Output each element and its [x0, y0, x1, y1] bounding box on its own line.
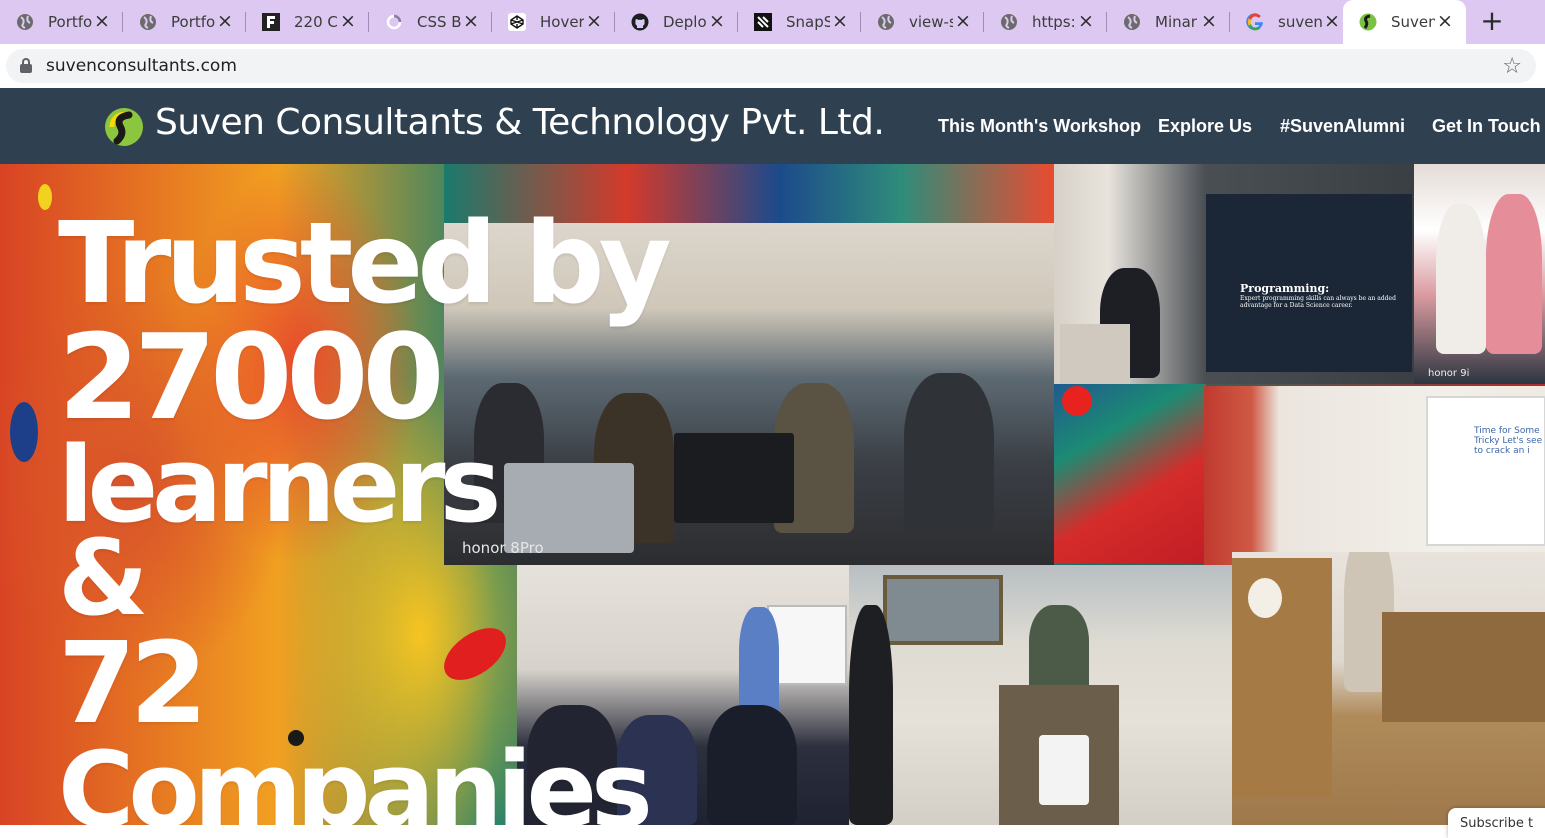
new-tab-button[interactable]: + — [1478, 7, 1506, 36]
slide-text: Time for Some Tricky Let's see how to cr… — [1474, 426, 1545, 456]
desk — [1382, 612, 1545, 722]
paint-splash — [434, 617, 516, 691]
institute-crest-icon — [1248, 578, 1282, 618]
browser-tab[interactable]: suven × — [1230, 0, 1353, 44]
browser-tab[interactable]: view-s × — [861, 0, 984, 44]
paint-splash — [38, 184, 52, 210]
browser-toolbar: suvenconsultants.com ☆ — [0, 44, 1545, 88]
browser-tab-active[interactable]: Suven × — [1343, 0, 1466, 44]
suven-logo-icon[interactable] — [104, 107, 144, 147]
speaker-figure — [1029, 605, 1089, 695]
close-tab-icon[interactable]: × — [585, 12, 603, 31]
instructor-figure — [739, 607, 779, 717]
wooden-podium — [1232, 558, 1332, 798]
close-tab-icon[interactable]: × — [93, 12, 111, 31]
slide-body: Expert programming skills can always be … — [1240, 295, 1396, 309]
globe-icon — [877, 13, 895, 31]
browser-tab[interactable]: CSS Bu × — [369, 0, 492, 44]
student-figure — [904, 373, 994, 533]
person-figure — [1436, 204, 1486, 354]
person-figure — [849, 605, 893, 825]
url-text[interactable]: suvenconsultants.com — [46, 56, 237, 76]
headline-line: & — [58, 517, 149, 639]
google-icon — [1246, 13, 1264, 31]
tab-title: 220 CS — [294, 13, 338, 31]
bookmark-star-icon[interactable]: ☆ — [1502, 53, 1522, 79]
tab-title: CSS Bu — [417, 13, 461, 31]
address-bar[interactable]: suvenconsultants.com ☆ — [6, 49, 1536, 83]
s-logo-icon — [754, 13, 772, 31]
globe-icon — [1123, 13, 1141, 31]
headline-line: Companies — [58, 729, 653, 825]
globe-icon — [1000, 13, 1018, 31]
close-tab-icon[interactable]: × — [1077, 12, 1095, 31]
headline-line: 27000 — [58, 308, 445, 446]
close-tab-icon[interactable]: × — [1323, 12, 1341, 31]
browser-tab[interactable]: Portfo × — [0, 0, 123, 44]
headline-line: Trusted by — [58, 199, 672, 329]
close-tab-icon[interactable]: × — [831, 12, 849, 31]
browser-tab[interactable]: Portfo × — [123, 0, 246, 44]
tab-title: Portfo — [171, 13, 215, 31]
browser-tab-strip: Portfo × Portfo × 220 CS × CSS Bu × Hove… — [0, 0, 1545, 44]
tab-title: https:/ — [1032, 13, 1076, 31]
paint-splash — [10, 402, 38, 462]
group-photo: honor 9i — [1414, 164, 1545, 384]
suven-logo-icon — [1359, 13, 1377, 31]
wall-picture — [883, 575, 1003, 645]
nav-alumni[interactable]: #SuvenAlumni — [1280, 116, 1405, 137]
browser-tab[interactable]: Minar × — [1107, 0, 1230, 44]
loading-spinner-icon — [385, 13, 403, 31]
close-tab-icon[interactable]: × — [462, 12, 480, 31]
camera-watermark: honor 9i — [1428, 368, 1470, 379]
subscribe-button[interactable]: Subscribe t — [1448, 808, 1545, 838]
codepen-icon — [508, 13, 526, 31]
person-figure — [1486, 194, 1542, 354]
computer-monitor — [674, 433, 794, 523]
tab-title: Suven — [1391, 13, 1435, 31]
close-tab-icon[interactable]: × — [216, 12, 234, 31]
lectern-photo — [849, 565, 1232, 825]
site-header: Suven Consultants & Technology Pvt. Ltd.… — [0, 88, 1545, 164]
lock-icon[interactable] — [20, 58, 32, 74]
whiteboard — [767, 605, 847, 685]
browser-tab[interactable]: https:/ × — [984, 0, 1107, 44]
close-tab-icon[interactable]: × — [954, 12, 972, 31]
seminar-photo: Programming: Expert programming skills c… — [1054, 164, 1414, 384]
browser-tab[interactable]: Hover × — [492, 0, 615, 44]
tab-title: Deplo — [663, 13, 707, 31]
hero-banner: honor 8Pro Programming: Expert programmi… — [0, 164, 1545, 825]
tab-title: Hover — [540, 13, 584, 31]
close-tab-icon[interactable]: × — [1200, 12, 1218, 31]
close-tab-icon[interactable]: × — [708, 12, 726, 31]
browser-tab[interactable]: SnapS × — [738, 0, 861, 44]
nav-explore-us[interactable]: Explore Us — [1158, 116, 1252, 137]
globe-icon — [139, 13, 157, 31]
tab-title: suven — [1278, 13, 1322, 31]
tab-title: Portfo — [48, 13, 92, 31]
podium — [1060, 324, 1130, 384]
student-figure — [707, 705, 797, 825]
slide-heading: Programming: — [1240, 282, 1330, 295]
globe-icon — [16, 13, 34, 31]
speaker-photo — [1232, 552, 1545, 825]
tab-title: SnapS — [786, 13, 830, 31]
github-icon — [631, 13, 649, 31]
paint-splash — [1062, 386, 1092, 416]
f-logo-icon — [262, 13, 280, 31]
close-tab-icon[interactable]: × — [339, 12, 357, 31]
slide-text: Programming: Expert programming skills c… — [1240, 282, 1410, 309]
close-tab-icon[interactable]: × — [1436, 12, 1454, 31]
nav-get-in-touch[interactable]: Get In Touch — [1432, 116, 1541, 137]
headline-line: 72 — [58, 619, 208, 749]
site-brand-title[interactable]: Suven Consultants & Technology Pvt. Ltd. — [155, 102, 885, 143]
presentation-slide — [1426, 396, 1545, 546]
tab-title: view-s — [909, 13, 953, 31]
browser-tab[interactable]: 220 CS × — [246, 0, 369, 44]
browser-tab[interactable]: Deplo × — [615, 0, 738, 44]
tab-title: Minar — [1155, 13, 1197, 31]
institute-crest-icon — [1039, 735, 1089, 805]
nav-workshop[interactable]: This Month's Workshop — [938, 116, 1141, 137]
